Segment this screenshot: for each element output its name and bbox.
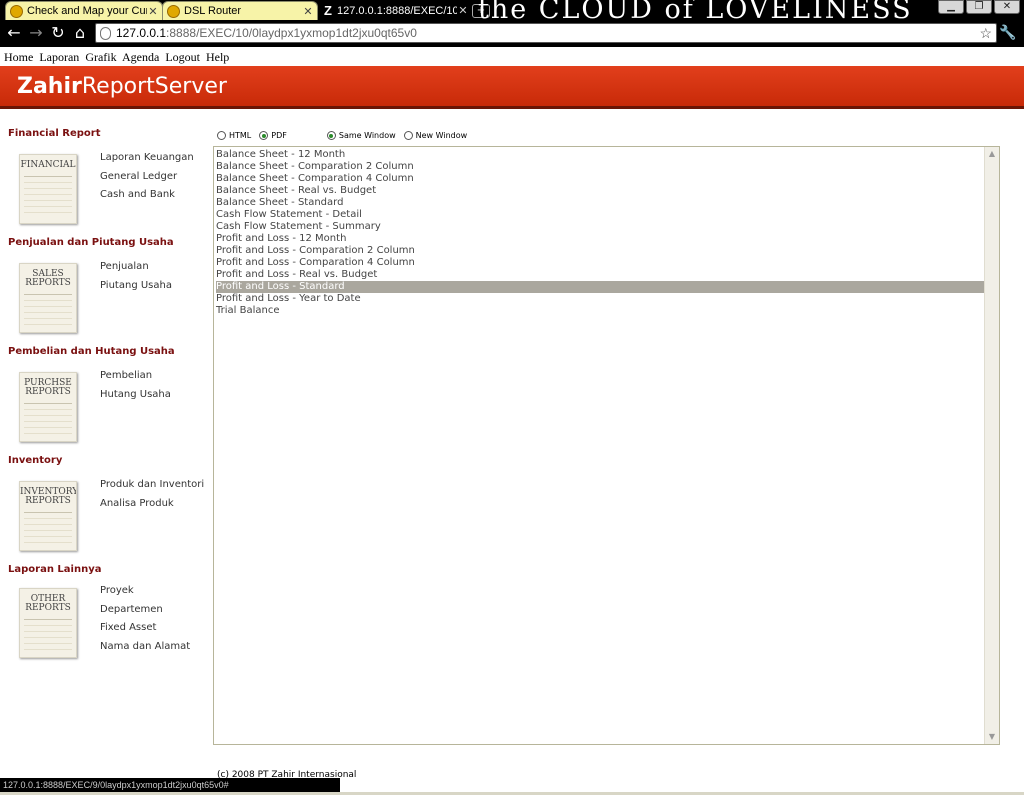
window-controls: ▁ ❐ ✕ — [936, 0, 1020, 14]
minimize-icon[interactable]: ▁ — [938, 0, 964, 14]
menu-logout[interactable]: Logout — [165, 50, 200, 64]
report-list-item[interactable]: Balance Sheet - 12 Month — [216, 149, 986, 161]
tab-label: DSL Router — [184, 5, 242, 17]
back-arrow-icon[interactable]: ← — [4, 23, 24, 43]
financial-report-thumbnail[interactable]: FINANCIAL — [19, 154, 77, 224]
section-title: Laporan Lainnya — [8, 564, 102, 575]
url-path: :8888/EXEC/10/0laydpx1yxmop1dt2jxu0qt65v… — [166, 26, 417, 40]
page-icon — [100, 26, 111, 40]
tab-label: Check and Map your Current I — [27, 5, 147, 17]
menu-agenda[interactable]: Agenda — [122, 50, 159, 64]
report-list-item[interactable]: Cash Flow Statement - Detail — [216, 209, 986, 221]
forward-arrow-icon[interactable]: → — [26, 23, 46, 43]
link-departemen[interactable]: Departemen — [100, 604, 190, 623]
theme-banner: the CLOUD of LOVELINESS — [478, 0, 913, 20]
report-list-item[interactable]: Profit and Loss - Year to Date — [216, 293, 986, 305]
format-pdf-option[interactable]: PDF — [259, 131, 287, 140]
close-icon[interactable]: ✕ — [147, 5, 159, 18]
report-list-item[interactable]: Profit and Loss - Real vs. Budget — [216, 269, 986, 281]
browser-titlebar: Check and Map your Current I ✕ DSL Route… — [0, 0, 1024, 20]
home-icon[interactable]: ⌂ — [70, 23, 90, 43]
same-window-option[interactable]: Same Window — [326, 131, 396, 140]
browser-status-bar: 127.0.0.1:8888/EXEC/9/0laydpx1yxmop1dt2j… — [0, 778, 340, 792]
report-list-item[interactable]: Profit and Loss - Comparation 4 Column — [216, 257, 986, 269]
window-close-icon[interactable]: ✕ — [994, 0, 1020, 14]
section-title: Pembelian dan Hutang Usaha — [8, 346, 175, 357]
zahir-favicon-icon: Z — [324, 3, 332, 18]
report-list-item[interactable]: Profit and Loss - 12 Month — [216, 233, 986, 245]
link-pembelian[interactable]: Pembelian — [100, 370, 171, 389]
report-list-item[interactable]: Balance Sheet - Real vs. Budget — [216, 185, 986, 197]
report-listbox[interactable]: Balance Sheet - 12 Month Balance Sheet - … — [213, 146, 1000, 745]
browser-toolbar: ← → ↻ ⌂ 127.0.0.1 :8888/EXEC/10/0laydpx1… — [0, 20, 1024, 47]
restore-icon[interactable]: ❐ — [966, 0, 992, 14]
section-laporan-lainnya: Laporan Lainnya OTHER REPORTS Proyek Dep… — [8, 564, 208, 658]
report-list-item[interactable]: Profit and Loss - Comparation 2 Column — [216, 245, 986, 257]
link-general-ledger[interactable]: General Ledger — [100, 171, 194, 190]
menu-grafik[interactable]: Grafik — [85, 50, 116, 64]
link-piutang-usaha[interactable]: Piutang Usaha — [100, 280, 172, 299]
radio-html[interactable] — [217, 131, 226, 140]
section-title: Penjualan dan Piutang Usaha — [8, 237, 174, 248]
tab-dsl-router[interactable]: DSL Router ✕ — [162, 1, 318, 20]
app-logo: ZahirReportServer — [17, 74, 227, 99]
report-list-item[interactable]: Balance Sheet - Comparation 2 Column — [216, 161, 986, 173]
top-menu: Home Laporan Grafik Agenda Logout Help — [4, 50, 232, 65]
close-icon[interactable]: ✕ — [457, 4, 469, 17]
globe-icon — [167, 4, 180, 18]
purchase-reports-thumbnail[interactable]: PURCHSE REPORTS — [19, 372, 77, 442]
close-icon[interactable]: ✕ — [302, 5, 314, 18]
section-title: Inventory — [8, 455, 63, 466]
link-fixed-asset[interactable]: Fixed Asset — [100, 622, 190, 641]
section-financial-report: Financial Report FINANCIAL Laporan Keuan… — [8, 128, 208, 224]
bookmark-star-icon[interactable]: ☆ — [979, 25, 992, 42]
inventory-reports-thumbnail[interactable]: INVENTORY REPORTS — [19, 481, 77, 551]
scroll-up-arrow-icon[interactable]: ▲ — [986, 148, 998, 160]
radio-new-window[interactable] — [403, 131, 413, 140]
address-bar[interactable]: 127.0.0.1 :8888/EXEC/10/0laydpx1yxmop1dt… — [95, 23, 997, 43]
radio-pdf[interactable] — [259, 131, 269, 140]
link-nama-dan-alamat[interactable]: Nama dan Alamat — [100, 641, 190, 660]
link-hutang-usaha[interactable]: Hutang Usaha — [100, 389, 171, 408]
app-header: ZahirReportServer — [0, 66, 1024, 109]
report-list-item[interactable]: Balance Sheet - Comparation 4 Column — [216, 173, 986, 185]
menu-help[interactable]: Help — [206, 50, 229, 64]
reload-icon[interactable]: ↻ — [48, 23, 68, 43]
link-produk-dan-inventori[interactable]: Produk dan Inventori — [100, 479, 204, 498]
new-window-option[interactable]: New Window — [403, 131, 467, 140]
tab-report-server[interactable]: Z 127.0.0.1:8888/EXEC/10/0lay ✕ — [320, 1, 472, 20]
radio-same-window[interactable] — [326, 131, 336, 140]
link-penjualan[interactable]: Penjualan — [100, 261, 172, 280]
report-list-item[interactable]: Balance Sheet - Standard — [216, 197, 986, 209]
section-penjualan: Penjualan dan Piutang Usaha SALES REPORT… — [8, 237, 208, 333]
tab-label: 127.0.0.1:8888/EXEC/10/0lay — [336, 4, 457, 17]
report-list-item[interactable]: Profit and Loss - Standard — [216, 281, 986, 293]
globe-icon — [10, 4, 23, 18]
section-title: Financial Report — [8, 128, 101, 139]
link-cash-and-bank[interactable]: Cash and Bank — [100, 189, 194, 208]
report-list: Balance Sheet - 12 Month Balance Sheet - … — [216, 149, 986, 317]
menu-laporan[interactable]: Laporan — [39, 50, 79, 64]
tab-check-and-map[interactable]: Check and Map your Current I ✕ — [5, 1, 163, 20]
link-analisa-produk[interactable]: Analisa Produk — [100, 498, 204, 517]
other-reports-thumbnail[interactable]: OTHER REPORTS — [19, 588, 77, 658]
menu-home[interactable]: Home — [4, 50, 33, 64]
section-inventory: Inventory INVENTORY REPORTS Produk dan I… — [8, 455, 208, 551]
listbox-scrollbar[interactable]: ▲ ▼ — [984, 147, 999, 744]
scroll-down-arrow-icon[interactable]: ▼ — [986, 731, 998, 743]
format-html-option[interactable]: HTML — [217, 131, 251, 140]
wrench-icon[interactable]: 🔧 — [998, 23, 1018, 43]
report-list-item[interactable]: Cash Flow Statement - Summary — [216, 221, 986, 233]
url-host: 127.0.0.1 — [116, 26, 167, 40]
output-options: HTML PDF Same Window New Window — [217, 131, 475, 140]
link-proyek[interactable]: Proyek — [100, 585, 190, 604]
link-laporan-keuangan[interactable]: Laporan Keuangan — [100, 152, 194, 171]
report-list-item[interactable]: Trial Balance — [216, 305, 986, 317]
section-pembelian: Pembelian dan Hutang Usaha PURCHSE REPOR… — [8, 346, 208, 442]
sales-reports-thumbnail[interactable]: SALES REPORTS — [19, 263, 77, 333]
